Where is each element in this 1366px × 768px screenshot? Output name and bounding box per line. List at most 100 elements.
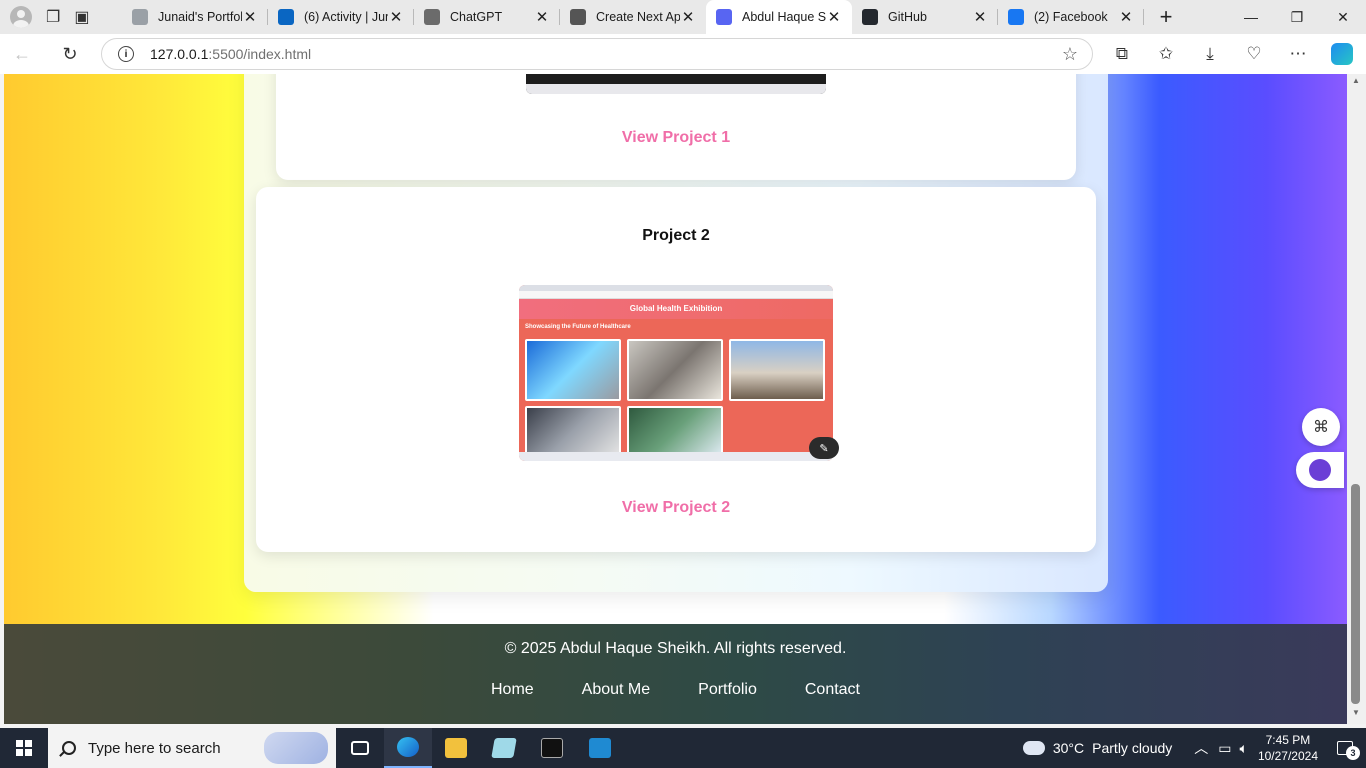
- performance-icon[interactable]: ♡: [1232, 34, 1276, 74]
- exhibition-photo: [525, 406, 621, 456]
- footer-link-home[interactable]: Home: [491, 681, 534, 699]
- document-icon: [132, 9, 148, 25]
- close-tab-icon[interactable]: ✕: [826, 8, 842, 26]
- assistant-widget-icon[interactable]: [1296, 452, 1344, 488]
- edge-taskbar-icon[interactable]: [384, 728, 432, 768]
- search-highlight-image: [264, 732, 328, 764]
- close-window-button[interactable]: ✕: [1320, 0, 1366, 34]
- url-path: :5500/index.html: [208, 46, 312, 62]
- downloads-icon[interactable]: ⤓: [1188, 34, 1232, 74]
- refresh-button[interactable]: ↻: [48, 34, 92, 74]
- back-button[interactable]: ←: [0, 34, 44, 74]
- settings-more-icon[interactable]: ⋯: [1276, 34, 1320, 74]
- notification-center-icon[interactable]: 3: [1332, 728, 1360, 768]
- site-footer: © 2025 Abdul Haque Sheikh. All rights re…: [4, 624, 1347, 724]
- browser-tab[interactable]: Junaid's Portfoli ✕: [122, 0, 268, 34]
- project-card-2: Project 2 Global Health Exhibition Showc…: [256, 187, 1096, 552]
- view-project-1-link[interactable]: View Project 1: [276, 129, 1076, 147]
- exhibition-photo: [729, 339, 825, 401]
- exhibition-photo: [627, 406, 723, 456]
- favorite-star-icon[interactable]: ☆: [1062, 44, 1078, 65]
- tab-title: GitHub: [888, 10, 927, 24]
- tab-title: (2) Facebook: [1034, 10, 1108, 24]
- taskbar-clock[interactable]: 7:45 PM 10/27/2024: [1258, 732, 1318, 764]
- file-explorer-icon[interactable]: [432, 728, 480, 768]
- tab-actions-icon[interactable]: ▣: [74, 7, 89, 27]
- new-tab-button[interactable]: +: [1144, 0, 1188, 34]
- taskbar-search-placeholder: Type here to search: [88, 739, 221, 757]
- close-tab-icon[interactable]: ✕: [534, 8, 550, 26]
- footer-copyright: © 2025 Abdul Haque Sheikh. All rights re…: [504, 640, 847, 657]
- discord-icon: [716, 9, 732, 25]
- terminal-taskbar-icon[interactable]: [528, 728, 576, 768]
- apps-grid-icon[interactable]: ⌘: [1302, 408, 1340, 446]
- footer-link-contact[interactable]: Contact: [805, 681, 860, 699]
- network-icon[interactable]: ▭: [1218, 740, 1231, 757]
- windows-taskbar: Type here to search 30°C Partly cloudy ︿…: [0, 728, 1366, 768]
- favorites-icon[interactable]: ✩: [1144, 34, 1188, 74]
- weather-widget[interactable]: 30°C Partly cloudy: [1018, 735, 1173, 756]
- browser-toolbar: ← ↻ i 127.0.0.1:5500/index.html ☆ ⧉ ✩ ⤓ …: [0, 34, 1366, 74]
- project2-screenshot[interactable]: Global Health Exhibition Showcasing the …: [519, 285, 833, 461]
- project2-image-subheader: Showcasing the Future of Healthcare: [525, 324, 631, 330]
- browser-tab[interactable]: GitHub ✕: [852, 0, 998, 34]
- tabstrip-lead: ❐ ▣: [0, 0, 122, 34]
- exhibition-photo: [627, 339, 723, 401]
- github-icon: [862, 9, 878, 25]
- footer-nav: Home About Me Portfolio Contact: [4, 681, 1347, 699]
- weather-cloud-icon: [1018, 735, 1045, 755]
- tray-chevron-icon[interactable]: ︿: [1194, 738, 1208, 758]
- footer-link-about[interactable]: About Me: [582, 681, 650, 699]
- start-button[interactable]: [0, 728, 48, 768]
- tab-title: Create Next App: [596, 10, 680, 24]
- extensions-icon[interactable]: ⧉: [1100, 34, 1144, 74]
- close-tab-icon[interactable]: ✕: [388, 8, 404, 26]
- exhibition-photo: [525, 339, 621, 401]
- tab-title: (6) Activity | Juna: [304, 10, 388, 24]
- footer-link-portfolio[interactable]: Portfolio: [698, 681, 757, 699]
- scroll-up-icon[interactable]: ▲: [1352, 76, 1360, 85]
- project1-screenshot: [526, 74, 826, 94]
- browser-tab[interactable]: Create Next App ✕: [560, 0, 706, 34]
- browser-tab[interactable]: ChatGPT ✕: [414, 0, 560, 34]
- close-tab-icon[interactable]: ✕: [242, 8, 258, 26]
- project2-title: Project 2: [642, 227, 710, 244]
- search-icon: [62, 741, 76, 755]
- close-tab-icon[interactable]: ✕: [972, 8, 988, 26]
- magic-wand-icon[interactable]: ✎: [809, 437, 839, 459]
- restore-button[interactable]: ❐: [1274, 0, 1320, 34]
- toolbar-right: ⧉ ✩ ⤓ ♡ ⋯: [1100, 34, 1364, 74]
- tab-title: Junaid's Portfoli: [158, 10, 242, 24]
- browser-tab[interactable]: (6) Activity | Juna✕: [268, 0, 414, 34]
- task-view-icon[interactable]: [336, 728, 384, 768]
- close-tab-icon[interactable]: ✕: [680, 8, 696, 26]
- volume-icon[interactable]: 🔈︎: [1240, 740, 1248, 757]
- page-viewport: View Project 1 Project 2 Global Health E…: [4, 74, 1347, 724]
- site-info-icon[interactable]: i: [118, 46, 134, 62]
- system-tray: 30°C Partly cloudy ︿ ▭ 🔈︎ 7:45 PM 10/27/…: [1018, 728, 1366, 768]
- windows-logo-icon: [16, 740, 32, 756]
- window-controls: — ❐ ✕: [1228, 0, 1366, 34]
- browser-tab[interactable]: (2) Facebook ✕: [998, 0, 1144, 34]
- browser-tab[interactable]: Abdul Haque Sh ✕: [706, 0, 852, 34]
- workspaces-icon[interactable]: ❐: [46, 7, 60, 27]
- scroll-down-icon[interactable]: ▼: [1352, 708, 1360, 717]
- chatgpt-icon: [424, 9, 440, 25]
- tab-title: ChatGPT: [450, 10, 503, 24]
- minimize-button[interactable]: —: [1228, 0, 1274, 34]
- tab-title: Abdul Haque Sh: [742, 10, 826, 24]
- tab-list: Junaid's Portfoli✕(6) Activity | Juna✕Ch…: [122, 0, 1144, 34]
- profile-avatar-icon[interactable]: [10, 6, 32, 28]
- address-bar[interactable]: i 127.0.0.1:5500/index.html ☆: [101, 38, 1093, 70]
- facebook-icon: [1008, 9, 1024, 25]
- close-tab-icon[interactable]: ✕: [1118, 8, 1134, 26]
- weather-text: Partly cloudy: [1092, 740, 1173, 756]
- browser-tab-strip: ❐ ▣ Junaid's Portfoli✕(6) Activity | Jun…: [0, 0, 1366, 34]
- vscode-taskbar-icon[interactable]: [576, 728, 624, 768]
- taskbar-search[interactable]: Type here to search: [48, 728, 336, 768]
- view-project-2-link[interactable]: View Project 2: [256, 499, 1096, 517]
- copilot-icon[interactable]: [1331, 43, 1353, 65]
- notepad-taskbar-icon[interactable]: [480, 728, 528, 768]
- page-scrollbar[interactable]: ▲ ▼: [1347, 74, 1366, 724]
- scroll-thumb[interactable]: [1351, 484, 1360, 704]
